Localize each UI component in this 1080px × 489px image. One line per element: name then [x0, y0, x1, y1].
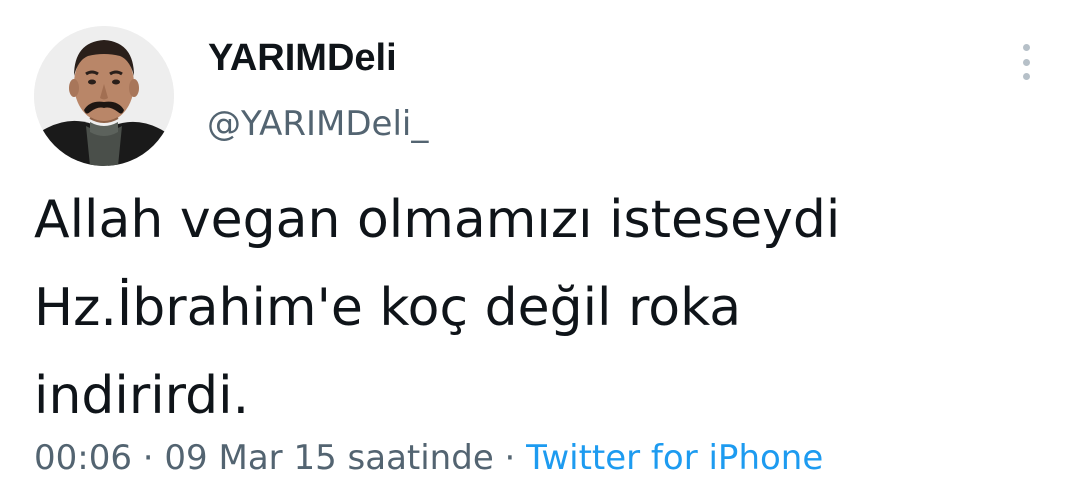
tweet-text-line: Hz.İbrahim'e koç değil roka	[34, 278, 742, 338]
meta-separator: ·	[142, 438, 154, 478]
avatar-image	[34, 26, 174, 166]
author-handle[interactable]: @YARIMDeli_	[207, 104, 428, 144]
tweet-card: YARIMDeli @YARIMDeli_ Allah vegan olmamı…	[0, 0, 1080, 489]
more-dot	[1022, 73, 1030, 80]
more-vertical-icon[interactable]	[1010, 40, 1042, 84]
tweet-text-line: indirirdi.	[34, 366, 250, 426]
more-dot	[1022, 58, 1030, 66]
tweet-metadata: 00:06 · 09 Mar 15 saatinde · Twitter for…	[34, 436, 823, 480]
tweet-time[interactable]: 00:06	[34, 438, 132, 478]
meta-separator: ·	[504, 438, 516, 478]
tweet-source-link[interactable]: Twitter for iPhone	[526, 438, 823, 478]
tweet-text: Allah vegan olmamızı isteseydi Hz.İbrahi…	[34, 176, 1054, 440]
author-display-name[interactable]: YARIMDeli	[208, 36, 397, 80]
avatar[interactable]	[34, 26, 174, 166]
more-dot	[1022, 44, 1030, 51]
tweet-text-line: Allah vegan olmamızı isteseydi	[34, 190, 841, 250]
tweet-date[interactable]: 09 Mar 15 saatinde	[164, 438, 493, 478]
